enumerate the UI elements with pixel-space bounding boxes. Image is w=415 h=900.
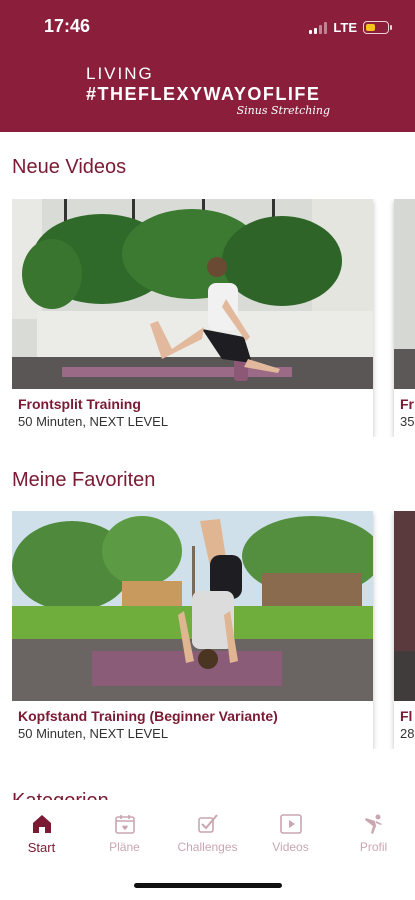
- home-icon: [32, 815, 51, 833]
- calendar-icon: [114, 815, 135, 834]
- tab-label: Start: [27, 840, 56, 855]
- battery-icon: [363, 21, 392, 34]
- tab-videos[interactable]: Videos: [249, 812, 332, 854]
- video-thumbnail: [394, 199, 415, 389]
- new-videos-carousel[interactable]: Frontsplit Training 50 Minuten, NEXT LEV…: [12, 199, 415, 437]
- video-card-meta: Fl 28: [394, 701, 415, 749]
- video-subtitle: 50 Minuten, NEXT LEVEL: [18, 726, 169, 741]
- app-header: 17:46 LTE LIVING #THEFLEXYWAYOFLIFE Sinu…: [0, 0, 415, 132]
- checkmark-icon: [197, 814, 218, 833]
- brand-signature: Sinus Stretching: [236, 104, 330, 117]
- status-time: 17:46: [44, 16, 91, 36]
- video-subtitle: 35: [400, 414, 415, 429]
- brand-line2: #THEFLEXYWAYOFLIFE: [86, 84, 321, 104]
- video-subtitle: 28: [400, 726, 415, 741]
- favorites-carousel[interactable]: Kopfstand Training (Beginner Variante) 5…: [12, 511, 415, 749]
- network-type: LTE: [333, 20, 357, 35]
- brand-line1: LIVING: [86, 64, 154, 83]
- video-title: Frontsplit Training: [18, 396, 141, 412]
- video-card[interactable]: Fl 28: [394, 511, 415, 749]
- brand-logo: LIVING #THEFLEXYWAYOFLIFE Sinus Stretchi…: [86, 64, 336, 124]
- video-card-meta: Fr 35: [394, 389, 415, 437]
- tab-plaene[interactable]: Pläne: [83, 812, 166, 854]
- video-card[interactable]: Fr 35: [394, 199, 415, 437]
- video-title: Fl: [400, 708, 413, 724]
- tab-label: Videos: [272, 840, 309, 854]
- video-title: Fr: [400, 396, 414, 412]
- section-title-new-videos: Neue Videos: [12, 156, 127, 178]
- tab-start[interactable]: Start: [0, 812, 83, 855]
- status-bar: 17:46 LTE: [0, 0, 415, 54]
- tab-label: Profil: [359, 840, 388, 854]
- tab-challenges[interactable]: Challenges: [166, 812, 249, 854]
- tab-label: Challenges: [177, 840, 238, 854]
- video-card[interactable]: Frontsplit Training 50 Minuten, NEXT LEV…: [12, 199, 373, 437]
- video-card-meta: Kopfstand Training (Beginner Variante) 5…: [12, 701, 373, 749]
- tab-profil[interactable]: Profil: [332, 812, 415, 854]
- home-indicator[interactable]: [134, 883, 282, 888]
- status-indicators: LTE: [309, 20, 392, 35]
- video-card-meta: Frontsplit Training 50 Minuten, NEXT LEV…: [12, 389, 373, 437]
- video-thumbnail: [394, 511, 415, 701]
- video-card[interactable]: Kopfstand Training (Beginner Variante) 5…: [12, 511, 373, 749]
- video-thumbnail: [12, 511, 373, 701]
- video-subtitle: 50 Minuten, NEXT LEVEL: [18, 414, 169, 429]
- section-title-favorites: Meine Favoriten: [12, 469, 156, 491]
- play-icon: [279, 814, 302, 834]
- tab-label: Pläne: [109, 840, 140, 854]
- battery-level: [365, 23, 375, 31]
- figure-icon: [364, 814, 382, 834]
- video-thumbnail: [12, 199, 373, 389]
- signal-icon: [309, 21, 328, 34]
- video-title: Kopfstand Training (Beginner Variante): [18, 708, 278, 724]
